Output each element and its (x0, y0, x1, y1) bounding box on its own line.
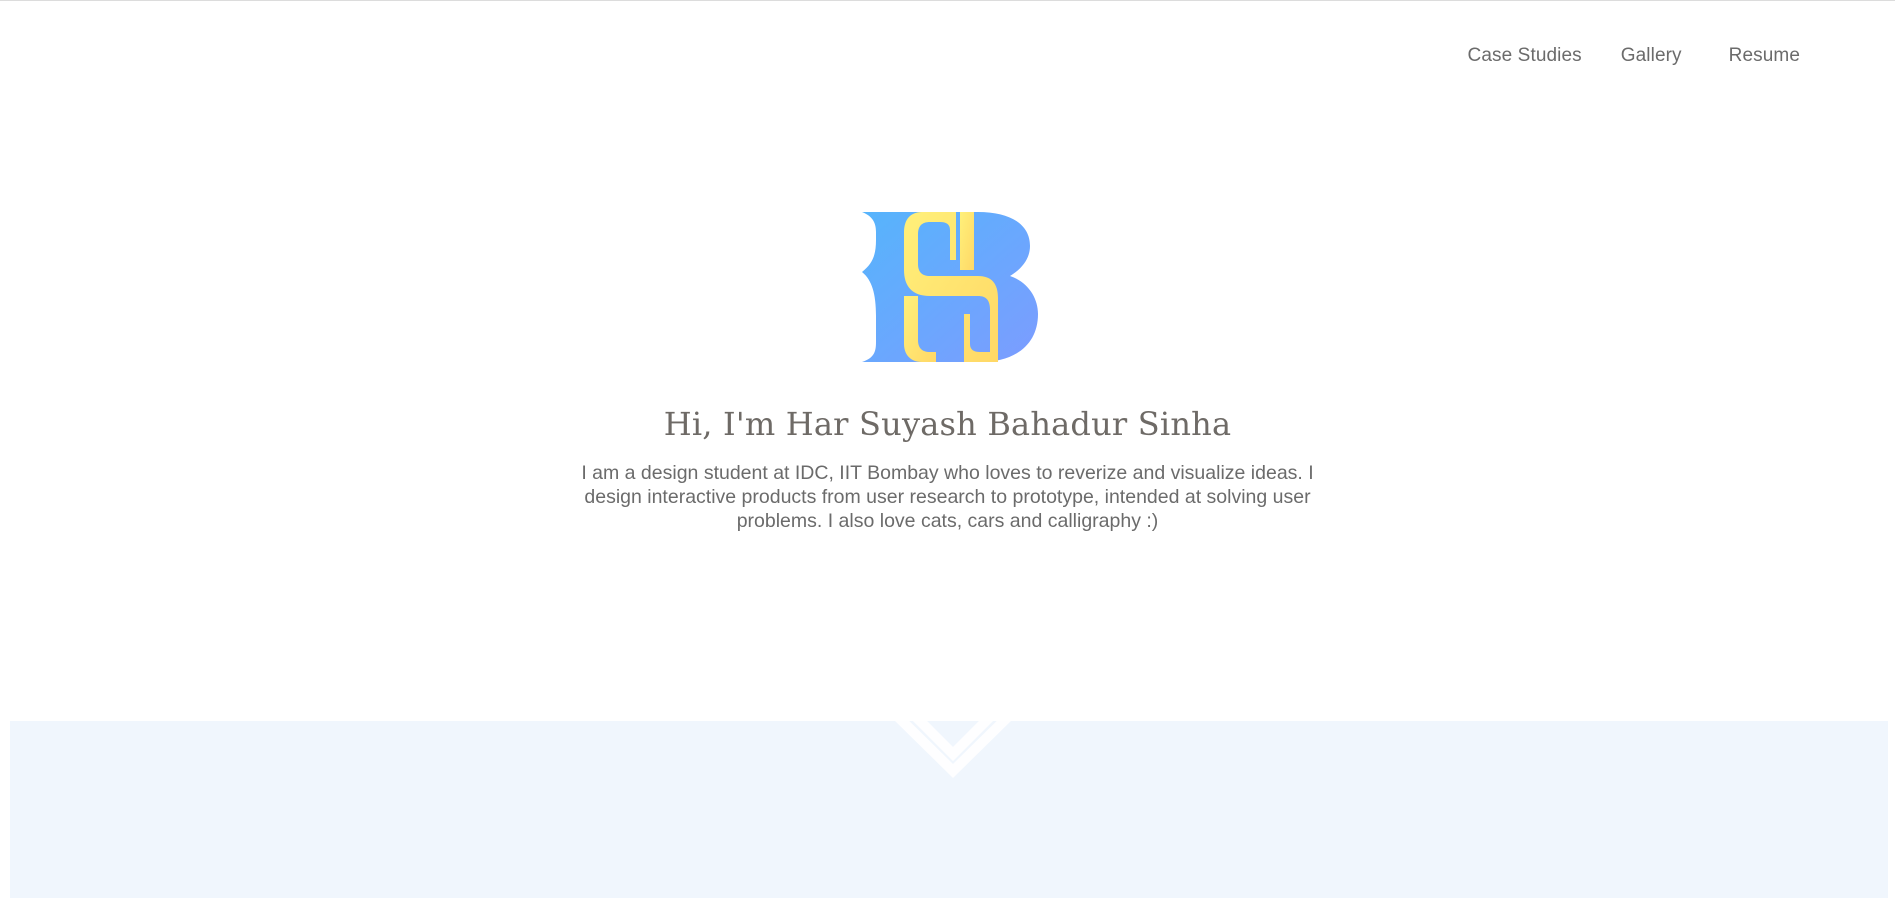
scroll-down-chevron-icon[interactable] (878, 721, 1028, 799)
hero-title: Hi, I'm Har Suyash Bahadur Sinha (663, 405, 1232, 443)
hero-description: I am a design student at IDC, IIT Bombay… (581, 462, 1314, 532)
hsb-monogram-logo (862, 212, 1038, 362)
top-nav: Case Studies Gallery Resume (1468, 45, 1800, 67)
nav-case-studies[interactable]: Case Studies (1468, 45, 1582, 67)
content-band (10, 721, 1888, 898)
nav-resume[interactable]: Resume (1729, 45, 1800, 67)
page: Case Studies Gallery Resume Hi, I'm Har … (0, 0, 1895, 898)
nav-gallery[interactable]: Gallery (1621, 45, 1682, 67)
